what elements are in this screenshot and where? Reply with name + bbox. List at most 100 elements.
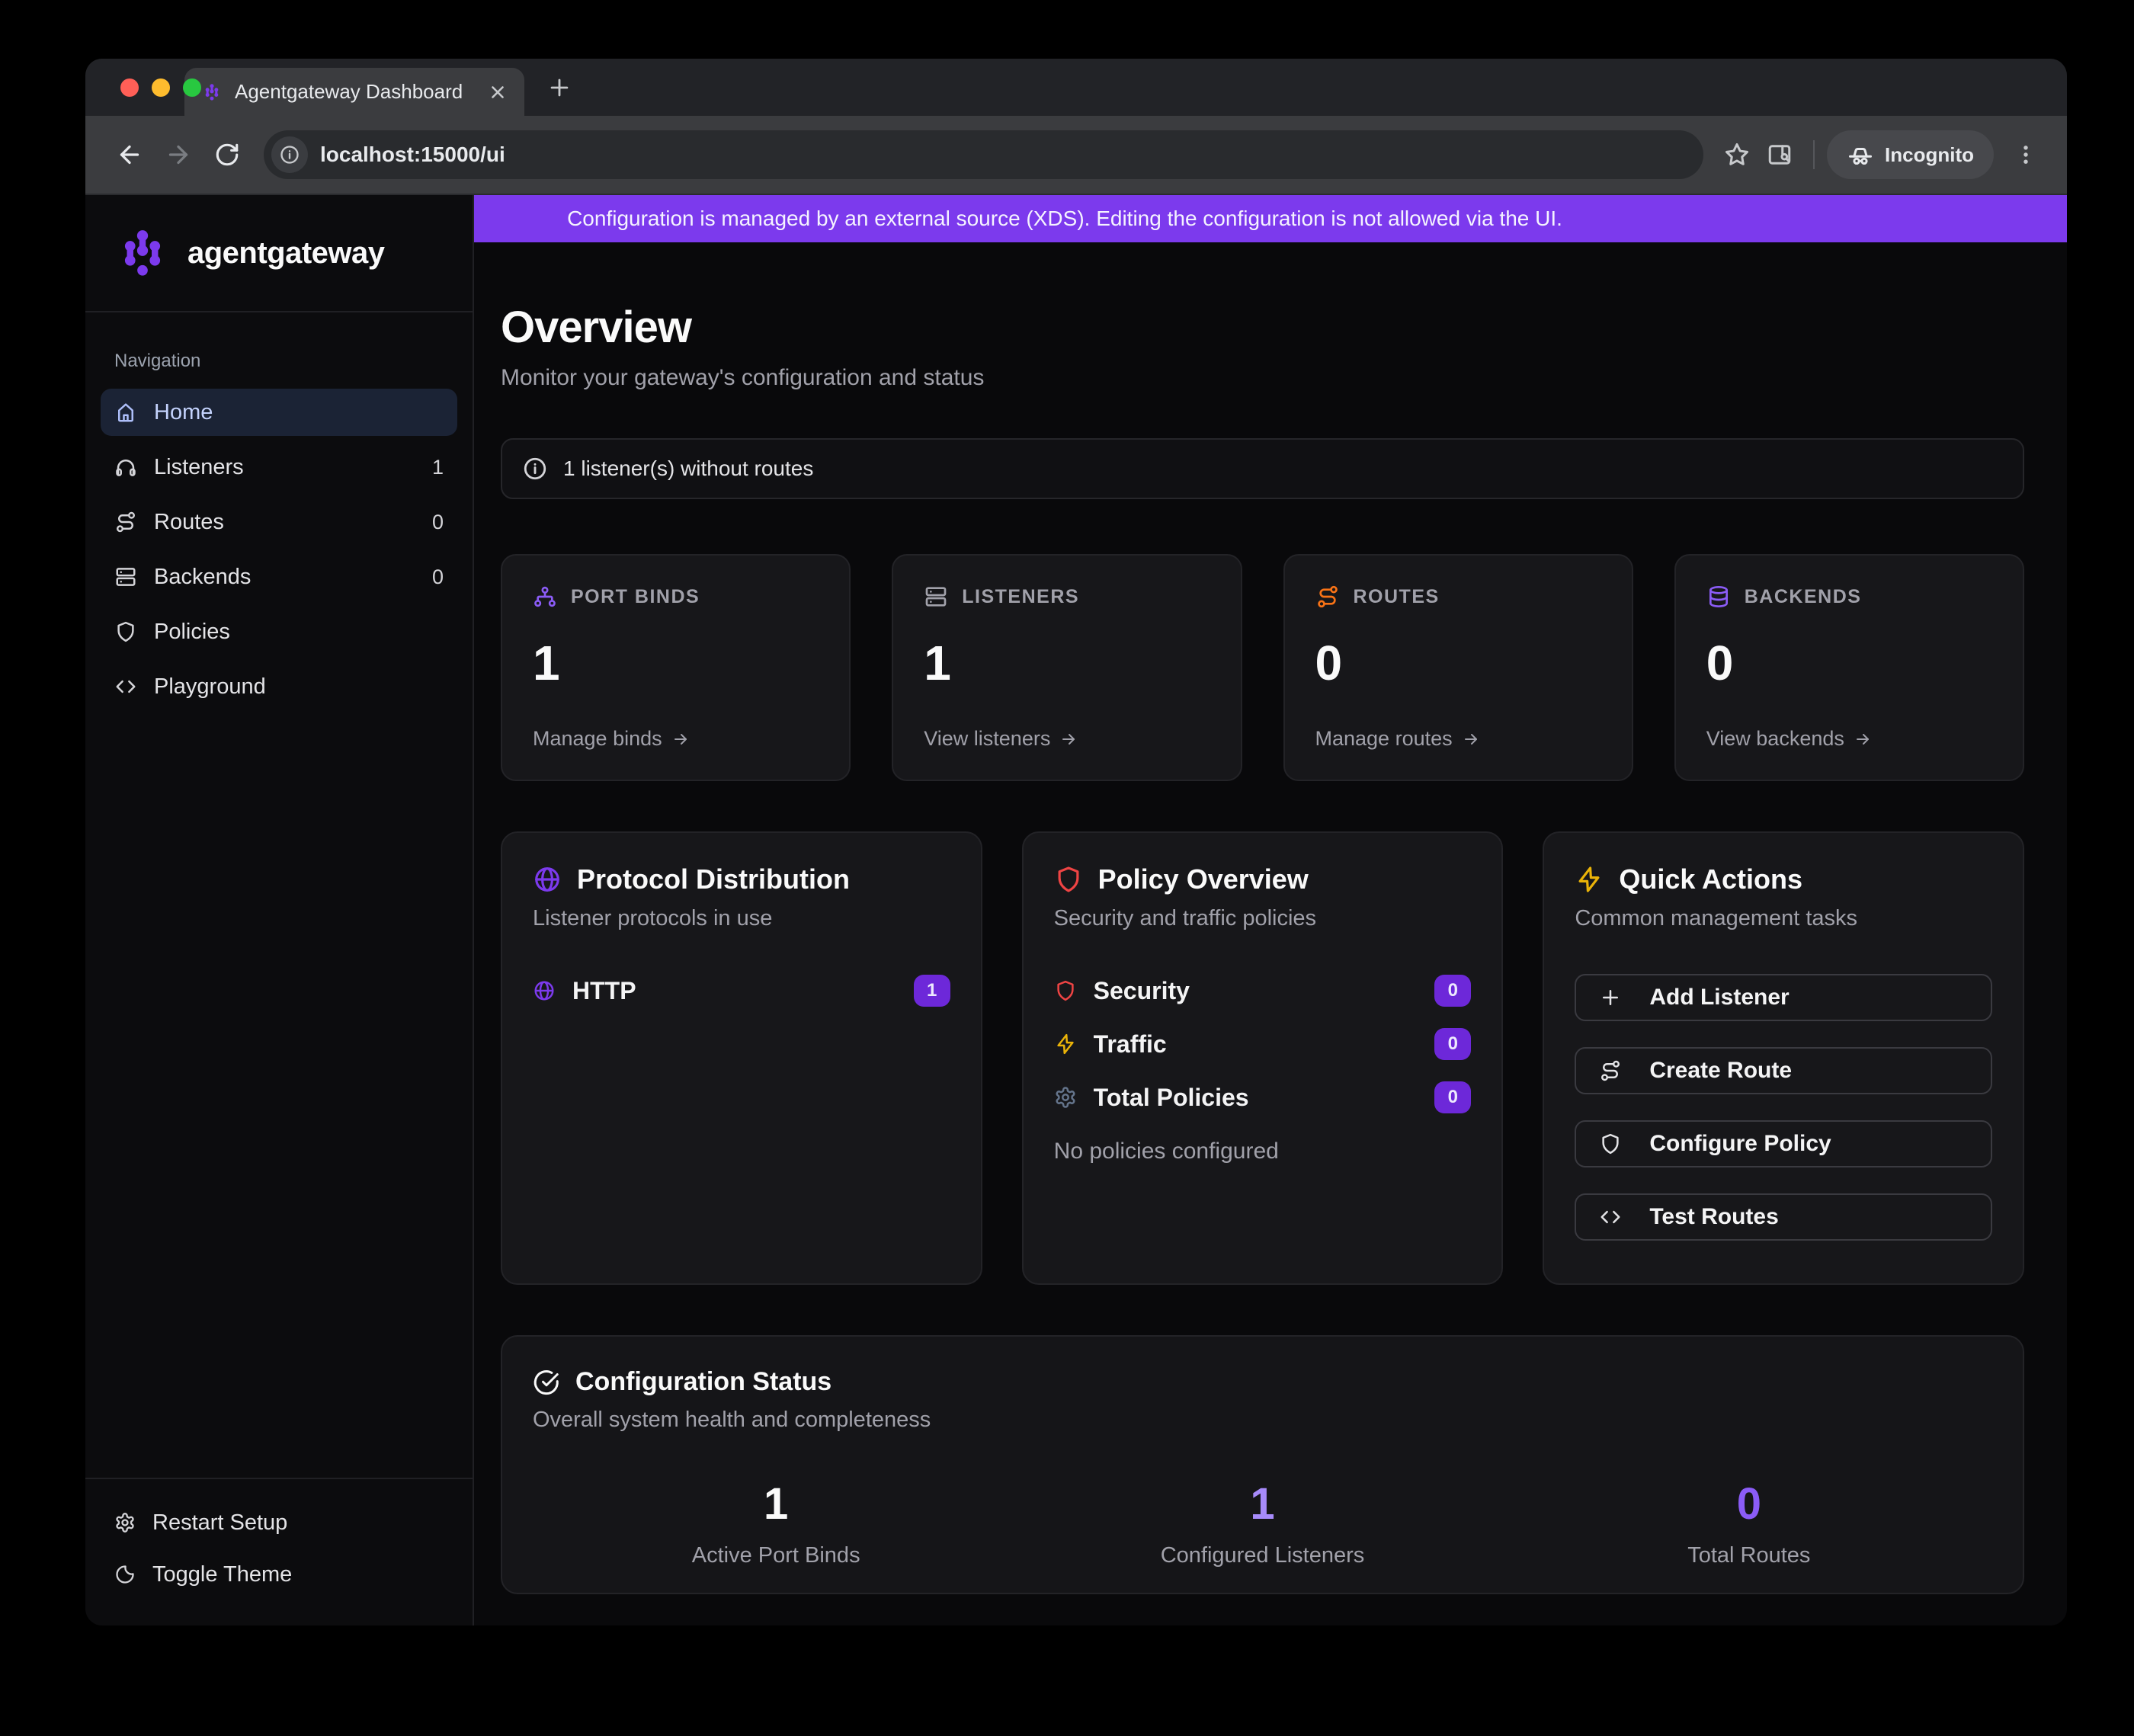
globe-icon: [533, 979, 556, 1002]
reload-icon[interactable]: [203, 130, 252, 179]
toggle-theme-label: Toggle Theme: [152, 1562, 292, 1587]
add-listener-button[interactable]: Add Listener: [1575, 974, 1992, 1021]
new-tab-button[interactable]: [538, 66, 581, 109]
stat-value: 0: [1706, 635, 1992, 691]
window-controls: [120, 78, 201, 97]
panel-title: Policy Overview: [1098, 863, 1309, 895]
sidebar-item-home[interactable]: Home: [101, 389, 457, 436]
database-icon: [1706, 585, 1731, 609]
toggle-theme-button[interactable]: Toggle Theme: [101, 1552, 457, 1597]
sidebar-item-count: 1: [432, 456, 444, 479]
forward-icon[interactable]: [154, 130, 203, 179]
quick-actions-panel: Quick Actions Common management tasks Ad…: [1543, 831, 2024, 1285]
route-icon: [1315, 585, 1340, 609]
protocol-row-http: HTTP 1: [533, 972, 950, 1009]
stat-label: LISTENERS: [962, 586, 1079, 608]
sidebar-item-backends[interactable]: Backends 0: [101, 553, 457, 601]
arrow-right-icon: [1059, 730, 1078, 748]
sidebar-item-label: Listeners: [154, 455, 244, 480]
bookmark-star-icon[interactable]: [1716, 133, 1758, 176]
test-routes-button[interactable]: Test Routes: [1575, 1193, 1992, 1241]
policy-label: Total Policies: [1094, 1084, 1249, 1112]
incognito-label: Incognito: [1885, 143, 1974, 167]
code-icon: [1599, 1206, 1622, 1228]
globe-icon: [533, 865, 562, 894]
nav-section-label: Navigation: [114, 351, 457, 372]
panel-title: Protocol Distribution: [577, 863, 850, 895]
policy-count-badge: 0: [1434, 975, 1471, 1007]
stat-value: 1: [533, 635, 819, 691]
sidebar: agentgateway Navigation Home Listeners: [85, 195, 474, 1625]
browser-menu-kebab-icon[interactable]: [2004, 133, 2047, 176]
check-circle-icon: [533, 1369, 560, 1396]
moon-icon: [114, 1564, 136, 1585]
protocol-count-badge: 1: [914, 975, 950, 1007]
tab-close-icon[interactable]: [488, 82, 508, 102]
panel-subtitle: Overall system health and completeness: [533, 1408, 1992, 1433]
home-icon: [114, 401, 137, 424]
sidebar-item-label: Policies: [154, 620, 230, 645]
action-label: Create Route: [1649, 1058, 1792, 1084]
network-icon: [533, 585, 557, 609]
back-icon[interactable]: [105, 130, 154, 179]
metric-label: Total Routes: [1506, 1543, 1992, 1568]
minimize-window-button[interactable]: [152, 78, 170, 97]
url-bar[interactable]: localhost:15000/ui: [264, 130, 1703, 179]
create-route-button[interactable]: Create Route: [1575, 1047, 1992, 1094]
incognito-icon: [1847, 141, 1874, 168]
site-info-icon[interactable]: [271, 136, 308, 173]
stat-label: BACKENDS: [1745, 586, 1862, 608]
shield-icon: [1054, 865, 1083, 894]
headphones-icon: [114, 456, 137, 479]
page-subtitle: Monitor your gateway's configuration and…: [501, 365, 2024, 391]
browser-tab[interactable]: Agentgateway Dashboard: [184, 68, 524, 116]
panel-subtitle: Security and traffic policies: [1054, 906, 1472, 931]
maximize-window-button[interactable]: [183, 78, 201, 97]
sidebar-item-listeners[interactable]: Listeners 1: [101, 444, 457, 491]
stat-card-listeners: LISTENERS 1 View listeners: [892, 554, 1242, 781]
route-icon: [114, 511, 137, 533]
metric-total-routes: 0 Total Routes: [1506, 1478, 1992, 1568]
restart-setup-button[interactable]: Restart Setup: [101, 1501, 457, 1545]
overview-panels: Protocol Distribution Listener protocols…: [501, 831, 2024, 1285]
stat-card-backends: BACKENDS 0 View backends: [1674, 554, 2024, 781]
page-title: Overview: [501, 302, 2024, 353]
configure-policy-button[interactable]: Configure Policy: [1575, 1120, 1992, 1167]
stat-card-port-binds: PORT BINDS 1 Manage binds: [501, 554, 851, 781]
sidebar-item-label: Home: [154, 400, 213, 425]
side-panel-search-icon[interactable]: [1758, 133, 1801, 176]
metric-active-port-binds: 1 Active Port Binds: [533, 1478, 1019, 1568]
tab-favicon-logo-icon: [201, 82, 223, 103]
panel-subtitle: Listener protocols in use: [533, 906, 950, 931]
stat-label: PORT BINDS: [571, 586, 700, 608]
stat-value: 1: [924, 635, 1210, 691]
sidebar-item-count: 0: [432, 511, 444, 534]
arrow-right-icon: [1462, 730, 1480, 748]
manage-routes-link[interactable]: Manage routes: [1315, 727, 1601, 751]
sidebar-item-label: Backends: [154, 565, 251, 590]
stat-link-label: Manage binds: [533, 727, 662, 751]
policy-row-total: Total Policies 0: [1054, 1079, 1472, 1116]
metric-value: 1: [533, 1478, 1019, 1529]
stat-link-label: Manage routes: [1315, 727, 1453, 751]
close-window-button[interactable]: [120, 78, 139, 97]
toolbar-divider: [1813, 140, 1815, 169]
metric-value: 1: [1019, 1478, 1505, 1529]
panel-subtitle: Common management tasks: [1575, 906, 1992, 931]
brand-name: agentgateway: [187, 236, 385, 271]
stat-link-label: View listeners: [924, 727, 1050, 751]
sidebar-item-label: Playground: [154, 674, 266, 700]
incognito-badge: Incognito: [1827, 130, 1994, 179]
manage-binds-link[interactable]: Manage binds: [533, 727, 819, 751]
sidebar-item-playground[interactable]: Playground: [101, 663, 457, 710]
shield-icon: [1054, 979, 1077, 1002]
sidebar-item-routes[interactable]: Routes 0: [101, 498, 457, 546]
shield-icon: [114, 620, 137, 643]
page-body: Overview Monitor your gateway's configur…: [474, 242, 2067, 1625]
view-backends-link[interactable]: View backends: [1706, 727, 1992, 751]
sidebar-item-policies[interactable]: Policies: [101, 608, 457, 655]
alert-text: 1 listener(s) without routes: [563, 456, 813, 481]
policy-overview-panel: Policy Overview Security and traffic pol…: [1022, 831, 1504, 1285]
view-listeners-link[interactable]: View listeners: [924, 727, 1210, 751]
sidebar-item-count: 0: [432, 565, 444, 589]
